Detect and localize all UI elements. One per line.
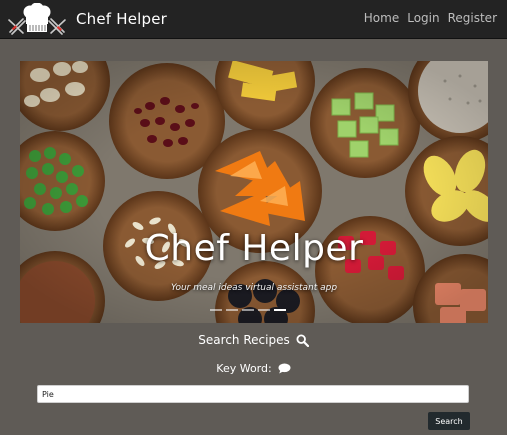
carousel-indicator[interactable]: [258, 309, 270, 311]
search-heading-label: Search Recipes: [198, 333, 290, 347]
search-heading: Search Recipes: [0, 333, 507, 347]
nav-links: Home Login Register: [364, 11, 497, 25]
brand-name: Chef Helper: [76, 10, 168, 28]
carousel-indicators: [210, 309, 286, 311]
nav-link-home[interactable]: Home: [364, 11, 399, 25]
comment-icon: [278, 363, 291, 374]
carousel-indicator[interactable]: [210, 309, 222, 311]
keyword-input[interactable]: [37, 385, 469, 403]
hero-carousel[interactable]: Chef Helper Your meal ideas virtual assi…: [20, 61, 488, 323]
carousel-title: Chef Helper: [144, 228, 364, 269]
keyword-label: Key Word:: [0, 362, 507, 375]
keyword-label-text: Key Word:: [216, 362, 272, 375]
navbar: Chef Helper Home Login Register: [0, 0, 507, 39]
search-icon: [296, 333, 309, 347]
nav-link-login[interactable]: Login: [407, 11, 439, 25]
search-button[interactable]: Search: [428, 412, 470, 430]
nav-link-register[interactable]: Register: [448, 11, 497, 25]
carousel-indicator-active[interactable]: [274, 309, 286, 311]
brand-link[interactable]: Chef Helper: [6, 3, 167, 35]
chef-hat-logo: [8, 3, 66, 35]
carousel-indicator[interactable]: [226, 309, 238, 311]
carousel-indicator[interactable]: [242, 309, 254, 311]
carousel-subtitle: Your meal ideas virtual assistant app: [170, 283, 338, 293]
